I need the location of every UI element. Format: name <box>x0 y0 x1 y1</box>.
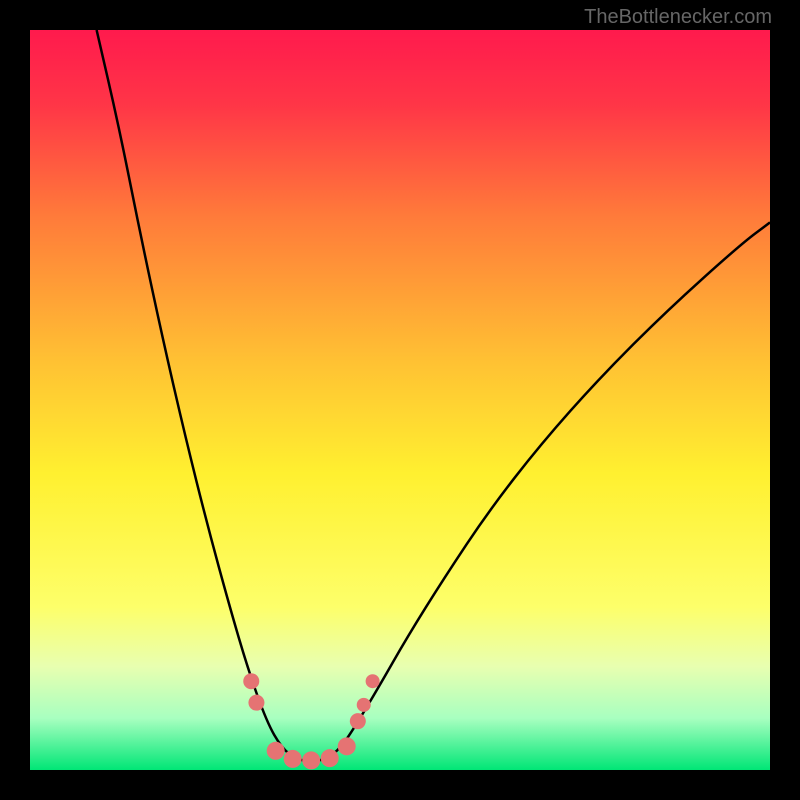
data-marker <box>338 737 356 755</box>
data-marker <box>243 673 259 689</box>
chart-background <box>30 30 770 770</box>
data-marker <box>248 695 264 711</box>
data-marker <box>350 713 366 729</box>
data-marker <box>357 698 371 712</box>
data-marker <box>366 674 380 688</box>
data-marker <box>267 742 285 760</box>
data-marker <box>321 749 339 767</box>
data-marker <box>284 750 302 768</box>
watermark-text: TheBottlenecker.com <box>584 6 772 29</box>
data-marker <box>302 751 320 769</box>
chart-svg <box>30 30 770 770</box>
chart-plot-area <box>30 30 770 770</box>
